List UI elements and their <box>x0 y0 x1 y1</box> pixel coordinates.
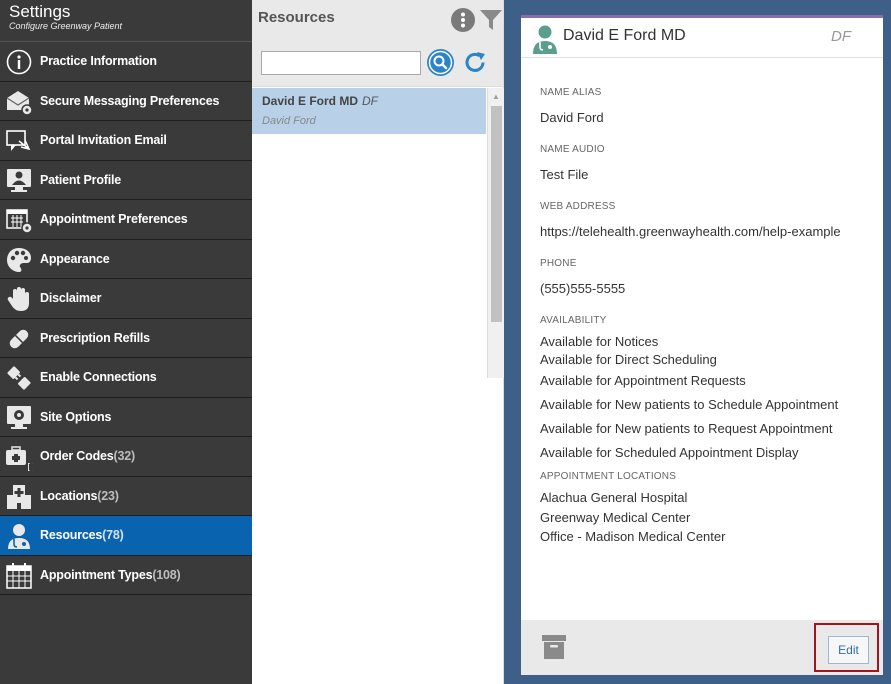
scroll-up-arrow[interactable]: ▲ <box>492 92 500 101</box>
order-codes-count: (32) <box>113 449 136 464</box>
detail-name: David E Ford MD <box>563 27 686 44</box>
sidebar-item-label: Appointment Types <box>40 567 153 582</box>
locations-count: (23) <box>97 488 119 503</box>
calendar-icon <box>4 561 34 591</box>
availability-item: Available for Direct Scheduling <box>540 352 717 367</box>
doctor-icon <box>4 521 34 551</box>
sidebar-item-label: Locations <box>40 488 98 503</box>
resources-list-panel: Resources David E Ford MD DF David Ford ▲ <box>252 0 504 684</box>
sidebar-item-label: Secure Messaging Preferences <box>40 93 220 108</box>
monitor-gear-icon <box>4 403 34 433</box>
resource-detail-card: David E Ford MD DF NAME ALIAS David Ford… <box>521 15 883 675</box>
availability-item: Available for Scheduled Appointment Disp… <box>540 445 799 460</box>
info-icon <box>4 47 34 77</box>
location-item: Office - Madison Medical Center <box>540 529 726 544</box>
sidebar-item-practice-information[interactable]: Practice Information <box>0 42 252 82</box>
list-title: Resources <box>258 9 335 26</box>
hospital-icon <box>4 482 34 512</box>
archive-icon[interactable] <box>542 634 566 660</box>
name-audio-value: Test File <box>540 167 589 182</box>
sidebar-item-disclaimer[interactable]: Disclaimer <box>0 279 252 319</box>
availability-item: Available for Notices <box>540 334 659 349</box>
sidebar-item-prescription-refills[interactable]: Prescription Refills <box>0 319 252 358</box>
web-address-value: https://telehealth.greenwayhealth.com/he… <box>540 224 841 239</box>
appointment-locations-label: APPOINTMENT LOCATIONS <box>540 471 677 482</box>
sidebar-item-enable-connections[interactable]: Enable Connections <box>0 358 252 398</box>
scrollbar-thumb[interactable] <box>491 106 502 322</box>
availability-item: Available for New patients to Request Ap… <box>540 421 833 436</box>
phone-value: (555)555-5555 <box>540 281 626 296</box>
availability-item: Available for Appointment Requests <box>540 373 746 388</box>
palette-icon <box>4 245 34 275</box>
sidebar-item-label: Site Options <box>40 409 112 424</box>
search-input[interactable] <box>261 51 421 75</box>
sidebar-item-label: Enable Connections <box>40 370 157 385</box>
refresh-icon <box>465 52 485 72</box>
availability-label: AVAILABILITY <box>540 315 607 326</box>
doctor-avatar-icon <box>531 24 559 54</box>
sidebar-item-appearance[interactable]: Appearance <box>0 240 252 279</box>
sidebar-item-resources[interactable]: Resources(78) <box>0 516 252 556</box>
sidebar-item-order-codes[interactable]: [] Order Codes(32) <box>0 437 252 477</box>
settings-sidebar: Settings Configure Greenway Patient Prac… <box>0 0 252 684</box>
hand-icon <box>4 284 34 314</box>
sidebar-title: Settings <box>9 2 71 21</box>
name-alias-label: NAME ALIAS <box>540 87 602 98</box>
list-header: Resources <box>252 0 503 38</box>
sidebar-subtitle: Configure Greenway Patient <box>9 21 123 31</box>
sidebar-item-portal-invitation-email[interactable]: Portal Invitation Email <box>0 121 252 161</box>
pill-icon <box>4 324 34 354</box>
detail-footer: Edit <box>521 620 883 675</box>
sidebar-header: Settings Configure Greenway Patient <box>0 0 252 42</box>
name-audio-label: NAME AUDIO <box>540 144 605 155</box>
location-item: Greenway Medical Center <box>540 510 691 525</box>
sidebar-item-label: Disclaimer <box>40 291 102 306</box>
resources-count: (78) <box>102 528 124 543</box>
phone-label: PHONE <box>540 258 577 269</box>
monitor-user-icon <box>4 166 34 196</box>
sidebar-item-appointment-types[interactable]: Appointment Types(108) <box>0 556 252 595</box>
search-button[interactable] <box>427 49 454 76</box>
sidebar-item-secure-messaging[interactable]: Secure Messaging Preferences <box>0 82 252 121</box>
sidebar-item-site-options[interactable]: Site Options <box>0 398 252 437</box>
appointment-types-count: (108) <box>152 567 181 582</box>
sidebar-item-label: Order Codes <box>40 449 114 464</box>
sidebar-item-label: Patient Profile <box>40 172 122 187</box>
name-alias-value: David Ford <box>540 110 604 125</box>
sidebar-item-appointment-preferences[interactable]: Appointment Preferences <box>0 200 252 240</box>
svg-text:[]: [] <box>26 463 33 471</box>
search-icon <box>428 50 453 75</box>
sidebar-item-patient-profile[interactable]: Patient Profile <box>0 161 252 200</box>
resource-alias: David Ford <box>262 115 316 127</box>
sidebar-item-label: Appointment Preferences <box>40 212 188 227</box>
availability-item: Available for New patients to Schedule A… <box>540 397 839 412</box>
calendar-gear-icon <box>4 205 34 235</box>
medical-kit-icon: [] <box>4 442 34 472</box>
detail-header: David E Ford MD DF <box>521 18 883 58</box>
sidebar-item-label: Resources <box>40 528 103 543</box>
edit-button[interactable]: Edit <box>828 636 869 664</box>
resource-initials: DF <box>362 94 379 108</box>
sidebar-item-label: Prescription Refills <box>40 330 150 345</box>
filter-icon[interactable] <box>479 8 503 32</box>
resource-name: David E Ford MD <box>262 94 359 108</box>
sidebar-item-label: Appearance <box>40 251 110 266</box>
sidebar-item-label: Practice Information <box>40 54 157 69</box>
detail-initials: DF <box>831 28 851 45</box>
list-item[interactable]: David E Ford MD DF David Ford <box>252 88 486 134</box>
more-options-icon[interactable] <box>451 8 475 32</box>
search-row <box>252 38 503 87</box>
refresh-button[interactable] <box>462 49 489 76</box>
location-item: Alachua General Hospital <box>540 490 688 505</box>
sidebar-item-locations[interactable]: Locations(23) <box>0 477 252 516</box>
list-scrollbar[interactable]: ▲ <box>487 88 504 378</box>
envelope-gear-icon <box>4 87 34 117</box>
invitation-icon <box>4 126 34 156</box>
sidebar-item-label: Portal Invitation Email <box>40 133 167 148</box>
web-address-label: WEB ADDRESS <box>540 201 616 212</box>
plug-icon <box>4 363 34 393</box>
